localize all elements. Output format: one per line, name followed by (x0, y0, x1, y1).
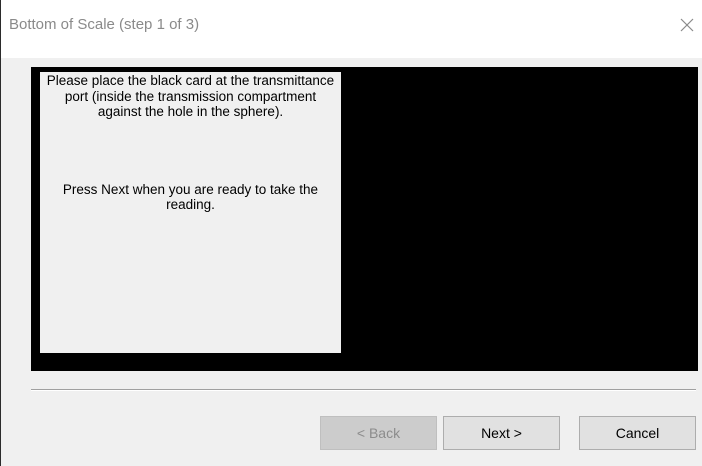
title-bar[interactable]: Bottom of Scale (step 1 of 3) (1, 0, 702, 58)
close-icon (680, 18, 694, 32)
next-hint-text: Press Next when you are ready to take th… (62, 181, 319, 213)
wizard-dialog: Bottom of Scale (step 1 of 3) Please pla… (0, 0, 702, 466)
back-button[interactable]: < Back (320, 416, 437, 450)
next-button[interactable]: Next > (443, 416, 560, 450)
close-button[interactable] (672, 8, 702, 42)
window-border (0, 0, 1, 466)
cancel-button[interactable]: Cancel (579, 416, 696, 450)
window-title: Bottom of Scale (step 1 of 3) (9, 16, 200, 33)
button-separator (31, 389, 696, 391)
instructions-panel: Please place the black card at the trans… (40, 72, 341, 353)
instruction-text: Please place the black card at the trans… (46, 73, 335, 119)
